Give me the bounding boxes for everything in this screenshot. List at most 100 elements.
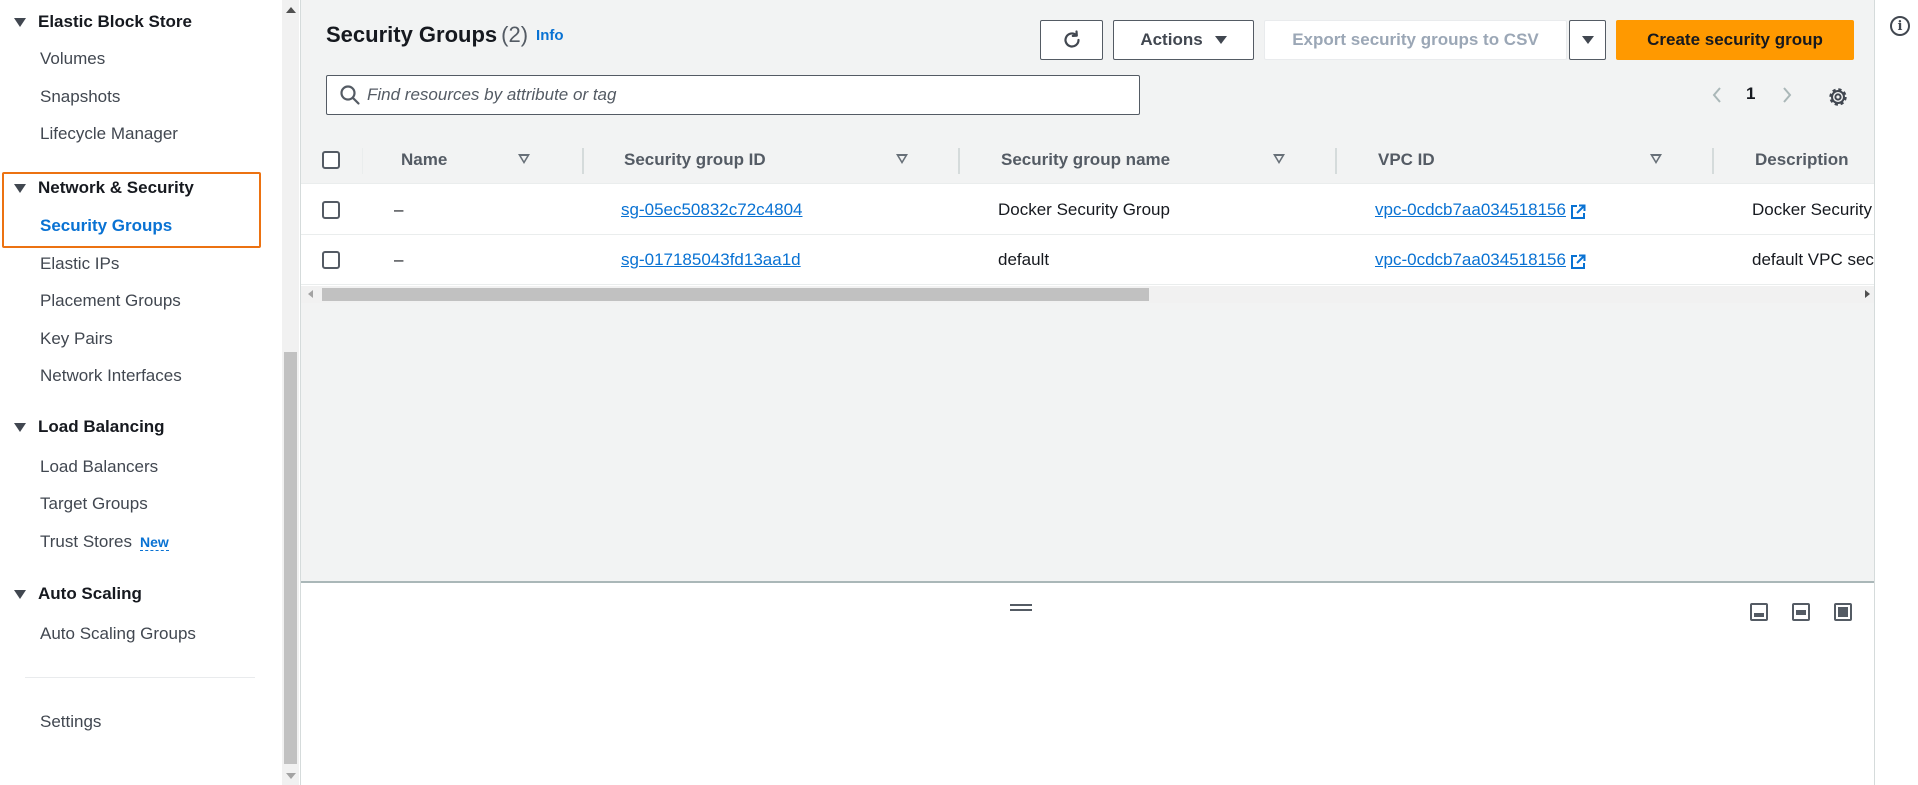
split-panel-side-icon[interactable] (1792, 603, 1810, 621)
table-row[interactable]: – sg-05ec50832c72c4804 Docker Security G… (301, 185, 1874, 235)
nav-section-network-security[interactable]: Network & Security (14, 176, 194, 200)
drag-handle-icon[interactable] (1010, 604, 1032, 614)
nav-section-title: Elastic Block Store (38, 12, 193, 31)
sidebar-item-lifecycle-manager[interactable]: Lifecycle Manager (40, 122, 178, 146)
search-input[interactable] (367, 85, 1127, 105)
nav-section-title: Auto Scaling (38, 584, 142, 603)
column-header-security-group-name[interactable]: Security group name (1001, 136, 1170, 184)
sidebar-item-snapshots[interactable]: Snapshots (40, 85, 120, 109)
row-checkbox[interactable] (322, 251, 340, 269)
tools-panel-strip (1875, 0, 1918, 785)
sort-icon[interactable] (518, 154, 530, 164)
caret-down-icon (14, 183, 26, 193)
column-header-security-group-id[interactable]: Security group ID (624, 136, 766, 184)
split-panel-bottom-icon[interactable] (1750, 603, 1768, 621)
actions-button[interactable]: Actions (1113, 20, 1254, 60)
split-panel-full-icon[interactable] (1834, 603, 1852, 621)
column-resizer[interactable] (1712, 148, 1714, 174)
cell-description: default VPC secu (1752, 250, 1874, 269)
column-resizer[interactable] (1335, 148, 1337, 174)
sort-icon[interactable] (1650, 154, 1662, 164)
cell-name: – (394, 200, 404, 219)
export-dropdown-button[interactable] (1569, 20, 1606, 60)
nav-section-title: Load Balancing (38, 417, 165, 436)
sidebar-item-placement-groups[interactable]: Placement Groups (40, 289, 181, 313)
column-resizer[interactable] (958, 148, 960, 174)
table-header: Name Security group ID Security group na… (301, 136, 1874, 184)
column-header-vpc-id[interactable]: VPC ID (1378, 136, 1435, 184)
actions-label: Actions (1140, 30, 1203, 49)
refresh-icon (1063, 30, 1080, 48)
row-checkbox[interactable] (322, 201, 340, 219)
caret-down-icon (1581, 36, 1594, 44)
sidebar-item-volumes[interactable]: Volumes (40, 47, 105, 71)
sidebar-divider (25, 677, 255, 678)
export-csv-button[interactable]: Export security groups to CSV (1264, 20, 1567, 60)
gear-icon[interactable] (1826, 85, 1850, 109)
sidebar-item-elastic-ips[interactable]: Elastic IPs (40, 252, 119, 276)
cell-security-group-name: Docker Security Group (998, 200, 1170, 219)
sidebar-item-label: Trust Stores (40, 532, 132, 551)
nav-section-elastic-block-store[interactable]: Elastic Block Store (14, 10, 192, 34)
sidebar-item-network-interfaces[interactable]: Network Interfaces (40, 364, 182, 388)
external-link-icon[interactable] (1570, 254, 1586, 270)
chevron-left-icon[interactable] (1710, 84, 1724, 112)
column-header-name[interactable]: Name (401, 136, 447, 184)
cell-vpc-id: vpc-0cdcb7aa034518156 (1375, 235, 1586, 285)
vpc-id-link[interactable]: vpc-0cdcb7aa034518156 (1375, 250, 1566, 270)
scroll-right-arrow-icon[interactable] (1865, 290, 1870, 298)
page-title: Security Groups (2) Info (326, 22, 564, 48)
column-header-description[interactable]: Description (1755, 136, 1849, 184)
scroll-up-arrow-icon[interactable] (286, 7, 296, 13)
sort-icon[interactable] (1273, 154, 1285, 164)
sidebar-item-settings[interactable]: Settings (40, 710, 101, 734)
info-icon[interactable]: i (1890, 16, 1910, 36)
title-text: Security Groups (326, 22, 498, 47)
nav-section-auto-scaling[interactable]: Auto Scaling (14, 582, 142, 606)
security-group-id-link[interactable]: sg-017185043fd13aa1d (621, 250, 801, 270)
search-bar[interactable] (326, 75, 1140, 115)
split-panel-border (301, 581, 1874, 583)
main-divider (300, 0, 301, 785)
security-group-id-link[interactable]: sg-05ec50832c72c4804 (621, 200, 802, 220)
security-groups-table: Name Security group ID Security group na… (301, 136, 1874, 286)
sidebar-item-security-groups[interactable]: Security Groups (40, 214, 172, 238)
side-navigation: Elastic Block Store Volumes Snapshots Li… (0, 0, 282, 785)
current-page-number[interactable]: 1 (1746, 84, 1755, 104)
sidebar-scrollbar-thumb[interactable] (284, 352, 297, 764)
search-icon (340, 85, 360, 105)
info-link[interactable]: Info (536, 27, 564, 44)
caret-down-icon (14, 422, 26, 432)
cell-name: – (394, 250, 404, 269)
sort-icon[interactable] (896, 154, 908, 164)
nav-section-title: Network & Security (38, 178, 194, 197)
nav-section-load-balancing[interactable]: Load Balancing (14, 415, 165, 439)
caret-down-icon (14, 17, 26, 27)
sidebar-item-load-balancers[interactable]: Load Balancers (40, 455, 158, 479)
table-scrollbar-thumb[interactable] (322, 288, 1149, 301)
vpc-id-link[interactable]: vpc-0cdcb7aa034518156 (1375, 200, 1566, 220)
cell-security-group-name: default (998, 250, 1050, 269)
table-row[interactable]: – sg-017185043fd13aa1d default vpc-0cdcb… (301, 235, 1874, 285)
sidebar-item-key-pairs[interactable]: Key Pairs (40, 327, 113, 351)
scroll-left-arrow-icon[interactable] (308, 290, 313, 298)
chevron-right-icon[interactable] (1780, 84, 1794, 112)
sidebar-item-trust-stores[interactable]: Trust Stores New (40, 530, 169, 554)
sidebar-item-target-groups[interactable]: Target Groups (40, 492, 148, 516)
cell-vpc-id: vpc-0cdcb7aa034518156 (1375, 185, 1586, 235)
sidebar-item-auto-scaling-groups[interactable]: Auto Scaling Groups (40, 622, 196, 646)
column-divider (362, 148, 363, 174)
refresh-button[interactable] (1040, 20, 1103, 60)
select-all-checkbox[interactable] (322, 151, 340, 169)
item-count: (2) (501, 22, 529, 47)
cell-description: Docker Security (1752, 200, 1872, 219)
create-security-group-button[interactable]: Create security group (1616, 20, 1854, 60)
scroll-down-arrow-icon[interactable] (286, 773, 296, 779)
caret-down-icon (14, 589, 26, 599)
cell-security-group-id: sg-017185043fd13aa1d (621, 235, 801, 285)
external-link-icon[interactable] (1570, 204, 1586, 220)
caret-down-icon (1214, 36, 1227, 44)
cell-security-group-id: sg-05ec50832c72c4804 (621, 185, 802, 235)
new-badge[interactable]: New (139, 534, 169, 551)
column-resizer[interactable] (582, 148, 584, 174)
